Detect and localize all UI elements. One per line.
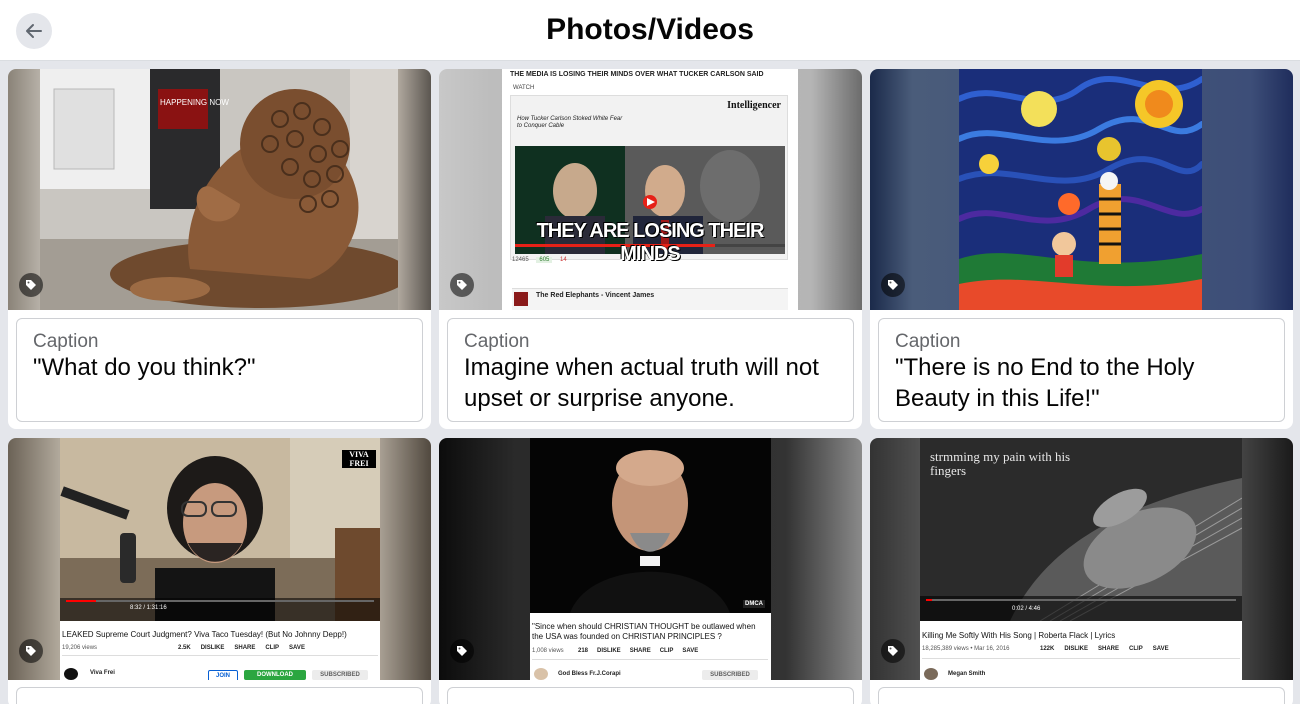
photo-media[interactable]: THE MEDIA IS LOSING THEIR MINDS OVER WHA… (439, 69, 862, 310)
tag-icon (888, 280, 898, 290)
caption-label: Caption (33, 331, 99, 352)
share-label: SHARE (234, 645, 256, 651)
video-overlay-text: strmming my pain with his fingers (930, 449, 1071, 478)
save-label: SAVE (682, 648, 699, 654)
view-count: 18,285,389 views • Mar 16, 2016 (922, 646, 1010, 652)
photo-card[interactable]: HAPPENING NOW Caption "What do you think… (8, 69, 431, 429)
caption-box (16, 687, 423, 704)
channel-line: The Red Elephants - Vincent James (536, 292, 655, 299)
channel-logo-line-1: VIVA (349, 450, 369, 459)
clip-label: CLIP (265, 645, 280, 651)
channel-name: Megan Smith (948, 671, 986, 677)
photo-card[interactable]: THE MEDIA IS LOSING THEIR MINDS OVER WHA… (439, 69, 862, 429)
article-headline: How Tucker Carlson Stoked White Fear to … (517, 116, 623, 129)
channel-name: Viva Frei (90, 670, 115, 676)
sign-text: HAPPENING NOW (160, 98, 229, 107)
dislike-count: 14 (560, 257, 567, 263)
video-title: Killing Me Softly With His Song | Robert… (922, 631, 1116, 640)
starry-night-art-image (959, 69, 1202, 310)
page-title: Photos/Videos (546, 13, 754, 46)
tag-button[interactable] (450, 273, 474, 297)
download-button: DOWNLOAD (244, 670, 306, 680)
photo-media[interactable]: VIVA FREI 8:32 / 1:31:16 LEAKED Supreme … (8, 438, 431, 680)
photo-card[interactable]: DMCA "Since when should CHRISTIAN THOUGH… (439, 438, 862, 704)
caption-box: Caption "What do you think?" (16, 318, 423, 422)
caption-text: "There is no End to the Holy Beauty in t… (895, 354, 1195, 412)
screenshot-headline: THE MEDIA IS LOSING THEIR MINDS OVER WHA… (510, 71, 764, 78)
photo-media[interactable]: DMCA "Since when should CHRISTIAN THOUGH… (439, 438, 862, 680)
tag-button[interactable] (450, 639, 474, 663)
like-count: 122K (1040, 646, 1055, 652)
photo-card[interactable]: VIVA FREI 8:32 / 1:31:16 LEAKED Supreme … (8, 438, 431, 704)
caption-box: Caption Imagine when actual truth will n… (447, 318, 854, 422)
save-label: SAVE (289, 645, 305, 651)
view-count: 12465 (512, 257, 529, 263)
photo-card[interactable]: strmming my pain with his fingers 0:02 /… (870, 438, 1293, 704)
channel-logo-line-2: FREI (349, 459, 369, 468)
tag-button[interactable] (19, 273, 43, 297)
caption-box (447, 687, 854, 704)
tag-button[interactable] (19, 639, 43, 663)
caption-box: Caption "There is no End to the Holy Bea… (878, 318, 1285, 422)
tag-icon (888, 646, 898, 656)
view-count: 1,008 views (532, 648, 564, 654)
tag-button[interactable] (881, 639, 905, 663)
clip-label: CLIP (1129, 646, 1143, 652)
video-time: 0:02 / 4:46 (1012, 606, 1041, 612)
photo-media[interactable]: strmming my pain with his fingers 0:02 /… (870, 438, 1293, 680)
photo-card[interactable]: Caption "There is no End to the Holy Bea… (870, 69, 1293, 429)
tag-icon (26, 280, 36, 290)
youtube-guitar-image: strmming my pain with his fingers 0:02 /… (920, 438, 1242, 680)
dislike-label: DISLIKE (597, 648, 621, 654)
subscribed-button: SUBSCRIBED (702, 670, 758, 680)
clip-label: CLIP (659, 648, 674, 654)
share-label: SHARE (629, 648, 651, 654)
photo-media[interactable] (870, 69, 1293, 310)
caption-text: Imagine when actual truth will not upset… (464, 354, 819, 412)
subscribed-button: SUBSCRIBED (312, 670, 368, 680)
tag-icon (457, 280, 467, 290)
youtube-viva-frei-image: VIVA FREI 8:32 / 1:31:16 LEAKED Supreme … (60, 438, 380, 680)
caption-box (878, 687, 1285, 704)
publication-name: Intelligencer (727, 100, 781, 111)
caption-label: Caption (895, 331, 961, 352)
like-count: 218 (578, 648, 589, 654)
share-label: SHARE (1098, 646, 1120, 652)
header: Photos/Videos (0, 0, 1300, 61)
dislike-label: DISLIKE (200, 645, 225, 651)
view-count: 19,206 views (62, 645, 98, 651)
tag-button[interactable] (881, 273, 905, 297)
dmca-badge: DMCA (743, 600, 765, 608)
video-title: "Since when should CHRISTIAN THOUGHT be … (532, 622, 756, 641)
like-count: 605 (536, 257, 553, 263)
dislike-label: DISLIKE (1064, 646, 1089, 652)
caption-label: Caption (464, 331, 530, 352)
like-count: 2.5K (178, 645, 191, 651)
youtube-priest-image: DMCA "Since when should CHRISTIAN THOUGH… (530, 438, 771, 680)
watch-label: WATCH (513, 85, 535, 91)
lion-statue-image: HAPPENING NOW (40, 69, 398, 310)
photo-media[interactable]: HAPPENING NOW (8, 69, 431, 310)
tag-icon (457, 646, 467, 656)
join-button: JOIN (208, 670, 238, 680)
video-title: LEAKED Supreme Court Judgment? Viva Taco… (62, 630, 347, 639)
save-label: SAVE (1152, 646, 1169, 652)
tag-icon (26, 646, 36, 656)
caption-text: "What do you think?" (33, 354, 256, 381)
video-screenshot-image: THE MEDIA IS LOSING THEIR MINDS OVER WHA… (502, 69, 798, 310)
video-time: 8:32 / 1:31:16 (130, 605, 167, 611)
channel-name: God Bless Fr.J.Corapi (558, 671, 621, 677)
